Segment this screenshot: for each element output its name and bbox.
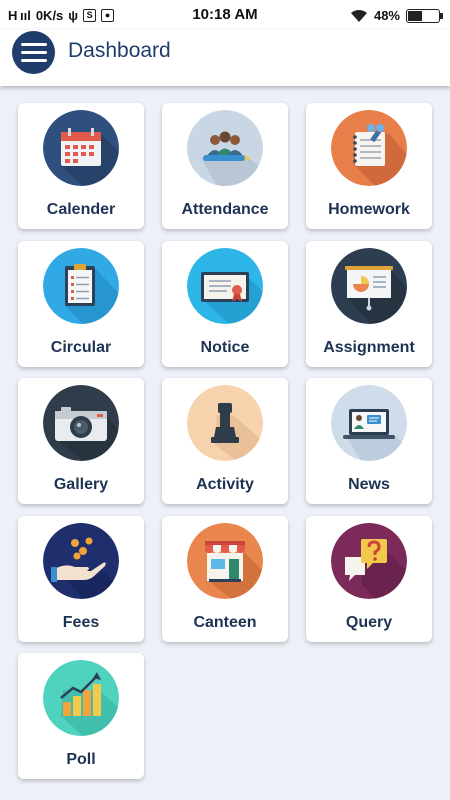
tile-label: Fees <box>62 614 100 631</box>
tile-label: Calender <box>46 201 116 218</box>
wifi-icon <box>350 9 367 22</box>
tile-homework[interactable]: Homework <box>306 103 432 229</box>
tile-label: Notice <box>200 339 250 356</box>
notebook-icon <box>331 110 407 186</box>
app-bar: Dashboard <box>0 30 450 86</box>
calendar-icon <box>43 110 119 186</box>
tile-notice[interactable]: Notice <box>162 241 288 367</box>
tile-label: News <box>348 476 390 493</box>
tile-label: Query <box>345 614 393 631</box>
certificate-icon <box>187 248 263 324</box>
tile-label: Attendance <box>181 201 269 218</box>
status-right: 48% <box>350 8 443 23</box>
status-bar: H ııl 0K/s ψ S ● 10:18 AM 48% <box>0 0 450 30</box>
tile-label: Gallery <box>53 476 109 493</box>
battery-level <box>408 10 422 21</box>
laptop-news-icon <box>331 385 407 461</box>
camera-icon <box>43 385 119 461</box>
hamburger-line <box>20 59 47 62</box>
tile-label: Poll <box>66 751 96 768</box>
people-icon <box>187 110 263 186</box>
tile-label: Homework <box>328 201 410 218</box>
tile-calender[interactable]: Calender <box>18 103 144 229</box>
tile-activity[interactable]: Activity <box>162 378 288 504</box>
tile-news[interactable]: News <box>306 378 432 504</box>
tile-label: Activity <box>196 476 254 493</box>
page-title: Dashboard <box>68 39 171 62</box>
tile-label: Canteen <box>193 614 257 631</box>
tile-query[interactable]: Query <box>306 516 432 642</box>
tile-label: Assignment <box>323 339 415 356</box>
chess-piece-icon <box>187 385 263 461</box>
battery-percent: 48% <box>373 8 400 23</box>
hamburger-menu-icon <box>20 43 47 46</box>
tile-gallery[interactable]: Gallery <box>18 378 144 504</box>
question-bubble-icon <box>331 523 407 599</box>
coins-hand-icon <box>43 523 119 599</box>
tile-fees[interactable]: Fees <box>18 516 144 642</box>
tile-canteen[interactable]: Canteen <box>162 516 288 642</box>
tile-circular[interactable]: Circular <box>18 241 144 367</box>
battery-icon <box>406 8 443 23</box>
tile-assignment[interactable]: Assignment <box>306 241 432 367</box>
shop-icon <box>187 523 263 599</box>
menu-button[interactable] <box>12 31 55 74</box>
hamburger-line <box>20 51 47 54</box>
presentation-board-icon <box>331 248 407 324</box>
tile-poll[interactable]: Poll <box>18 653 144 779</box>
tile-attendance[interactable]: Attendance <box>162 103 288 229</box>
dashboard-grid: Calender Attendance Homework Circular No… <box>0 86 450 800</box>
bar-graph-icon <box>43 660 119 736</box>
tile-label: Circular <box>50 339 112 356</box>
clipboard-icon <box>43 248 119 324</box>
